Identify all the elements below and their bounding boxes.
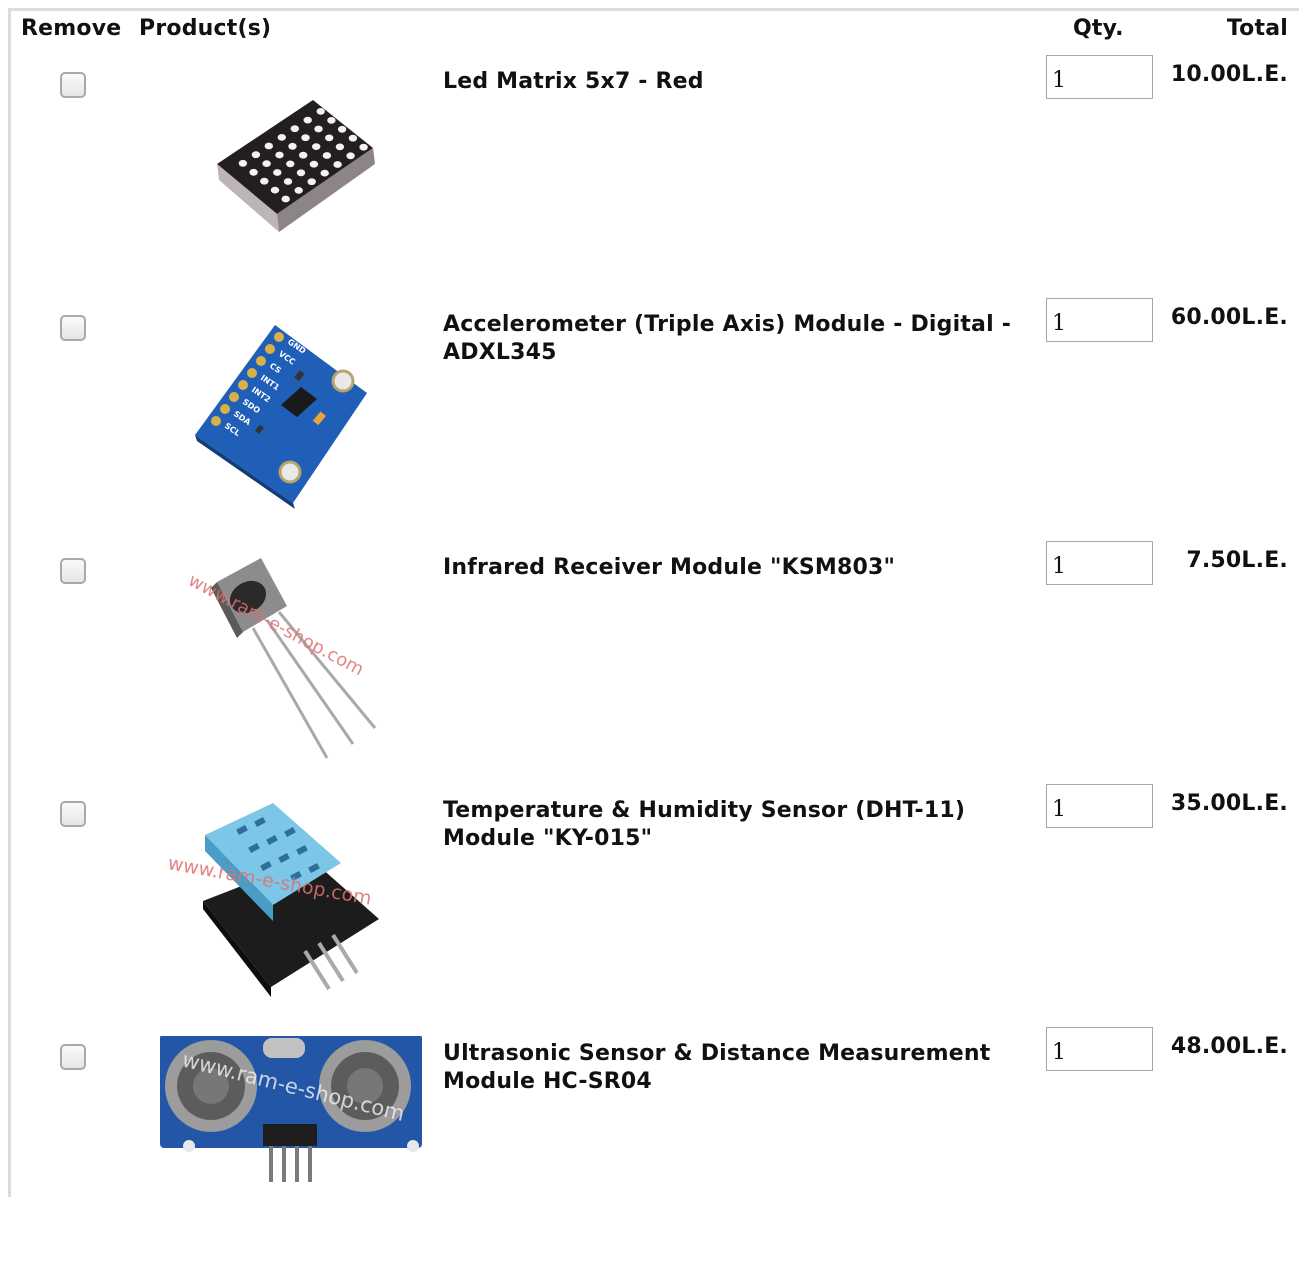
- total-header: Total: [1226, 16, 1288, 41]
- quantity-input[interactable]: [1046, 1027, 1153, 1071]
- led-dot: [299, 151, 308, 159]
- product-name[interactable]: Infrared Receiver Module "KSM803": [443, 554, 1033, 582]
- led-dot: [307, 178, 316, 186]
- remove-checkbox[interactable]: [60, 315, 86, 341]
- led-dot: [348, 134, 358, 142]
- quantity-input[interactable]: [1046, 298, 1153, 342]
- cart-row: www.ram-e-shop.com Temperature & Humidit…: [0, 784, 1299, 1036]
- remove-checkbox[interactable]: [60, 1044, 86, 1070]
- led-matrix-image: [145, 64, 425, 274]
- led-dot: [346, 152, 355, 160]
- product-name[interactable]: Led Matrix 5x7 - Red: [443, 68, 1033, 96]
- led-dot: [294, 187, 303, 194]
- led-dot: [327, 117, 336, 124]
- led-dot: [316, 108, 325, 115]
- product-name[interactable]: Accelerometer (Triple Axis) Module - Dig…: [443, 311, 1033, 367]
- led-dot: [283, 178, 293, 185]
- ultrasonic-image: www.ram-e-shop.com: [145, 1036, 425, 1246]
- led-dot: [275, 151, 284, 159]
- dht11-image: www.ram-e-shop.com: [145, 793, 425, 1003]
- led-dot: [337, 125, 347, 133]
- remove-checkbox[interactable]: [60, 558, 86, 584]
- remove-header: Remove: [21, 16, 122, 41]
- led-dot: [290, 125, 299, 133]
- led-dot: [277, 134, 286, 141]
- product-name[interactable]: Temperature & Humidity Sensor (DHT-11) M…: [443, 797, 1033, 853]
- quantity-input[interactable]: [1046, 784, 1153, 828]
- led-dot: [322, 152, 332, 159]
- led-dot: [296, 169, 306, 177]
- remove-checkbox[interactable]: [60, 801, 86, 827]
- line-total: 60.00L.E.: [1170, 305, 1288, 330]
- led-dot: [260, 177, 269, 185]
- cart-row: Led Matrix 5x7 - Red 10.00L.E.: [0, 55, 1299, 307]
- led-dot: [262, 160, 271, 167]
- product-name[interactable]: Ultrasonic Sensor & Distance Measurement…: [443, 1040, 1033, 1096]
- led-dot: [270, 186, 280, 194]
- accelerometer-image: GND VCC CS INT1 INT2 SDO SDA SCL: [145, 307, 425, 517]
- led-dot: [314, 125, 323, 133]
- line-total: 7.50L.E.: [1186, 548, 1288, 573]
- remove-checkbox[interactable]: [60, 72, 86, 98]
- quantity-input[interactable]: [1046, 541, 1153, 585]
- led-dot: [335, 143, 345, 151]
- line-total: 35.00L.E.: [1170, 791, 1288, 816]
- led-dot: [264, 142, 273, 150]
- led-dot: [320, 169, 329, 177]
- cart-row: www.ram-e-shop.com Infrared Receiver Mod…: [0, 541, 1299, 793]
- led-dot: [309, 160, 319, 168]
- led-dot: [359, 143, 368, 151]
- led-dot: [251, 151, 261, 159]
- led-dot: [303, 116, 312, 124]
- led-dot: [333, 161, 342, 168]
- led-dot: [286, 160, 295, 168]
- qty-header: Qty.: [1073, 16, 1124, 41]
- cart-row: www.ram-e-shop.com Ultrasonic Sensor & D…: [0, 1027, 1299, 1279]
- led-dot: [325, 134, 334, 142]
- led-dot: [301, 134, 310, 142]
- led-dot: [238, 159, 248, 167]
- cart-row: GND VCC CS INT1 INT2 SDO SDA SCL Acceler…: [0, 298, 1299, 550]
- led-dot: [288, 142, 297, 150]
- line-total: 48.00L.E.: [1170, 1034, 1288, 1059]
- led-dot: [249, 168, 258, 176]
- line-total: 10.00L.E.: [1170, 62, 1288, 87]
- quantity-input[interactable]: [1046, 55, 1153, 99]
- products-header: Product(s): [139, 16, 272, 41]
- led-dot: [312, 143, 321, 150]
- led-dot: [273, 169, 282, 176]
- led-dot: [281, 195, 290, 203]
- ir-receiver-image: www.ram-e-shop.com: [145, 550, 425, 760]
